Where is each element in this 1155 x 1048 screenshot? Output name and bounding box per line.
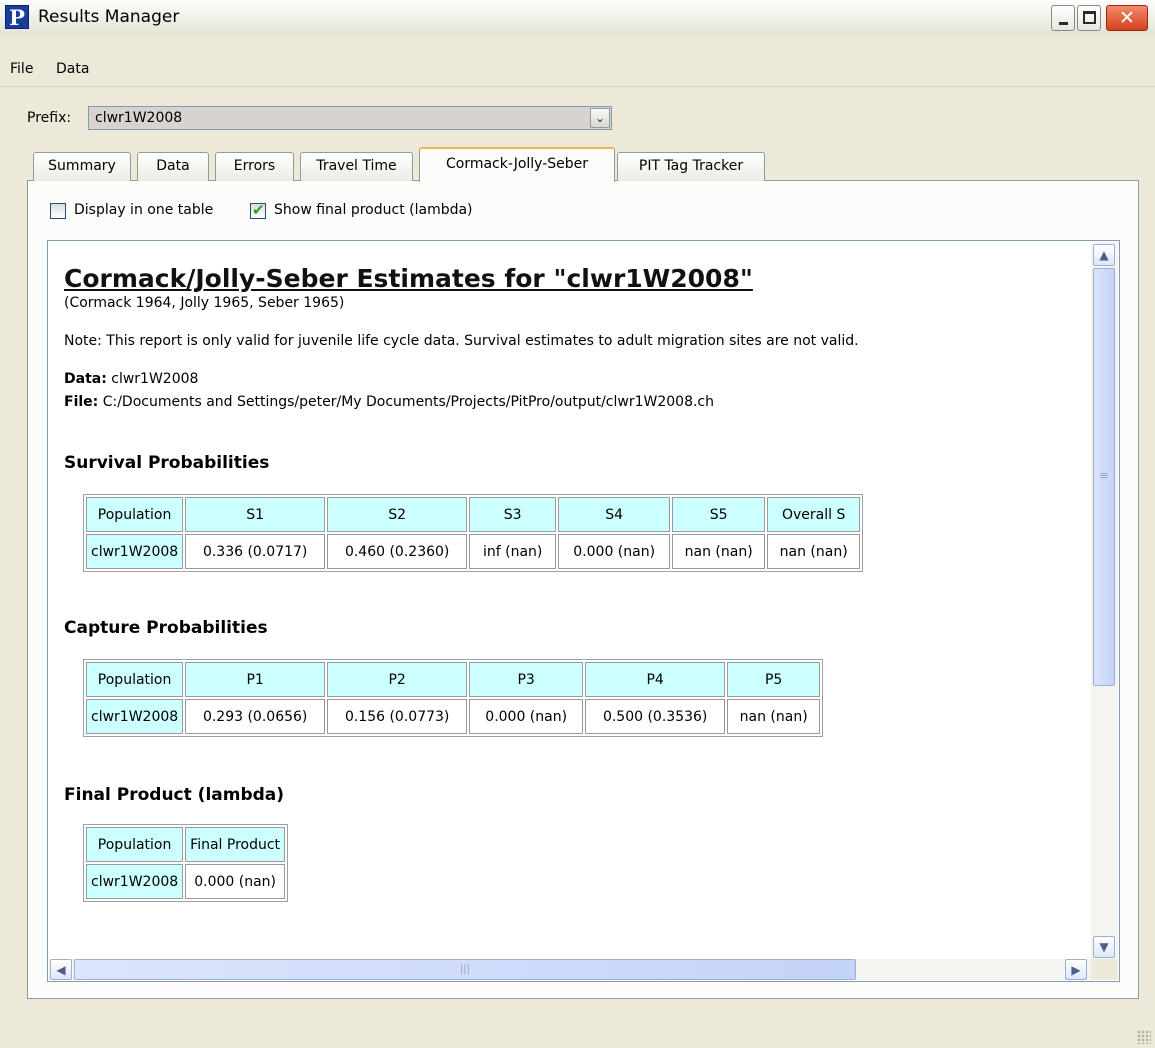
table-header: P5 xyxy=(727,662,821,697)
table-header: S4 xyxy=(558,497,671,532)
tab-pit-tag-tracker[interactable]: PIT Tag Tracker xyxy=(617,152,765,181)
capture-table: Population P1 P2 P3 P4 P5 clwr1W2008 0.2… xyxy=(83,659,824,737)
menu-data[interactable]: Data xyxy=(56,61,89,77)
table-header: Population xyxy=(86,827,184,862)
survival-table: Population S1 S2 S3 S4 S5 Overall S clwr… xyxy=(83,494,864,572)
file-label: File: xyxy=(64,394,99,410)
menu-bar xyxy=(0,36,1155,87)
table-cell: nan (nan) xyxy=(672,534,766,569)
tab-cormack-jolly-seber[interactable]: Cormack-Jolly-Seber xyxy=(419,147,615,182)
table-row: clwr1W2008 0.336 (0.0717) 0.460 (0.2360)… xyxy=(86,534,861,569)
scroll-right-button[interactable]: ▶ xyxy=(1065,959,1087,980)
table-cell: 0.156 (0.0773) xyxy=(327,699,468,734)
table-cell: clwr1W2008 xyxy=(86,534,184,569)
display-one-table-checkbox[interactable] xyxy=(50,203,66,219)
table-header: S3 xyxy=(469,497,557,532)
report-data-line: Data: clwr1W2008 xyxy=(64,371,198,387)
title-bar[interactable]: P Results Manager ✕ xyxy=(0,0,1155,37)
survival-header-row: Population S1 S2 S3 S4 S5 Overall S xyxy=(86,497,861,532)
report-title: Cormack/Jolly-Seber Estimates for "clwr1… xyxy=(64,264,753,293)
scroll-down-button[interactable]: ▼ xyxy=(1093,936,1115,958)
show-final-product-label: Show final product (lambda) xyxy=(274,202,473,218)
data-value: clwr1W2008 xyxy=(111,371,199,387)
capture-header-row: Population P1 P2 P3 P4 P5 xyxy=(86,662,821,697)
table-cell: inf (nan) xyxy=(469,534,557,569)
scroll-up-button[interactable]: ▲ xyxy=(1093,244,1115,266)
table-cell: 0.000 (nan) xyxy=(469,699,584,734)
vertical-scrollbar[interactable]: ▲ ≡ ▼ xyxy=(1091,242,1118,959)
app-icon: P xyxy=(5,5,29,30)
table-header: P2 xyxy=(327,662,468,697)
minimize-button[interactable] xyxy=(1051,5,1075,31)
report-note: Note: This report is only valid for juve… xyxy=(64,333,859,349)
close-button[interactable]: ✕ xyxy=(1106,5,1148,31)
table-header: Population xyxy=(86,662,184,697)
table-header: P4 xyxy=(585,662,726,697)
table-header: Population xyxy=(86,497,184,532)
table-row: clwr1W2008 0.293 (0.0656) 0.156 (0.0773)… xyxy=(86,699,821,734)
table-cell: clwr1W2008 xyxy=(86,864,184,899)
prefix-dropdown[interactable]: clwr1W2008 ⌄ xyxy=(88,106,612,130)
tab-summary[interactable]: Summary xyxy=(33,152,131,181)
prefix-value: clwr1W2008 xyxy=(95,110,183,126)
table-header: Overall S xyxy=(767,497,861,532)
final-product-table: Population Final Product clwr1W2008 0.00… xyxy=(83,824,289,902)
resize-grip-icon[interactable] xyxy=(1137,1030,1151,1044)
checkmark-icon: ✔ xyxy=(252,201,265,219)
vertical-scroll-thumb[interactable]: ≡ xyxy=(1093,268,1115,686)
tab-data[interactable]: Data xyxy=(137,152,209,181)
menu-file[interactable]: File xyxy=(10,61,33,77)
tab-travel-time[interactable]: Travel Time xyxy=(300,152,413,181)
report-citation: (Cormack 1964, Jolly 1965, Seber 1965) xyxy=(64,295,345,311)
table-header: Final Product xyxy=(185,827,286,862)
window-title: Results Manager xyxy=(38,7,180,27)
scroll-left-button[interactable]: ◀ xyxy=(50,959,72,980)
table-row: clwr1W2008 0.000 (nan) xyxy=(86,864,286,899)
show-final-product-checkbox[interactable]: ✔ xyxy=(250,201,266,219)
final-product-header-row: Population Final Product xyxy=(86,827,286,862)
survival-heading: Survival Probabilities xyxy=(64,453,270,473)
close-icon: ✕ xyxy=(1119,7,1135,29)
table-cell: 0.000 (nan) xyxy=(185,864,286,899)
results-manager-window: P Results Manager ✕ File Data Prefix: cl… xyxy=(0,0,1155,1048)
report-file-line: File: C:/Documents and Settings/peter/My… xyxy=(64,394,714,410)
table-cell: nan (nan) xyxy=(767,534,861,569)
final-product-heading: Final Product (lambda) xyxy=(64,785,285,805)
tab-errors[interactable]: Errors xyxy=(215,152,294,181)
table-cell: 0.500 (0.3536) xyxy=(585,699,726,734)
horizontal-scroll-thumb[interactable]: ||| xyxy=(74,959,856,980)
table-header: S5 xyxy=(672,497,766,532)
table-header: S2 xyxy=(327,497,468,532)
table-cell: nan (nan) xyxy=(727,699,821,734)
horizontal-scrollbar[interactable]: ◀ ||| ▶ xyxy=(49,959,1118,980)
table-header: P1 xyxy=(185,662,326,697)
chevron-down-icon[interactable]: ⌄ xyxy=(590,108,610,128)
scroll-corner xyxy=(1091,959,1118,980)
table-header: P3 xyxy=(469,662,584,697)
prefix-label: Prefix: xyxy=(27,110,72,126)
capture-heading: Capture Probabilities xyxy=(64,618,268,638)
table-cell: 0.000 (nan) xyxy=(558,534,671,569)
data-label: Data: xyxy=(64,371,107,387)
maximize-icon xyxy=(1083,11,1096,24)
maximize-button[interactable] xyxy=(1077,5,1101,31)
file-value: C:/Documents and Settings/peter/My Docum… xyxy=(102,394,714,410)
display-one-table-label: Display in one table xyxy=(74,202,214,218)
table-cell: 0.293 (0.0656) xyxy=(185,699,326,734)
table-cell: clwr1W2008 xyxy=(86,699,184,734)
table-cell: 0.460 (0.2360) xyxy=(327,534,468,569)
table-header: S1 xyxy=(185,497,326,532)
minimize-icon xyxy=(1059,22,1068,25)
table-cell: 0.336 (0.0717) xyxy=(185,534,326,569)
